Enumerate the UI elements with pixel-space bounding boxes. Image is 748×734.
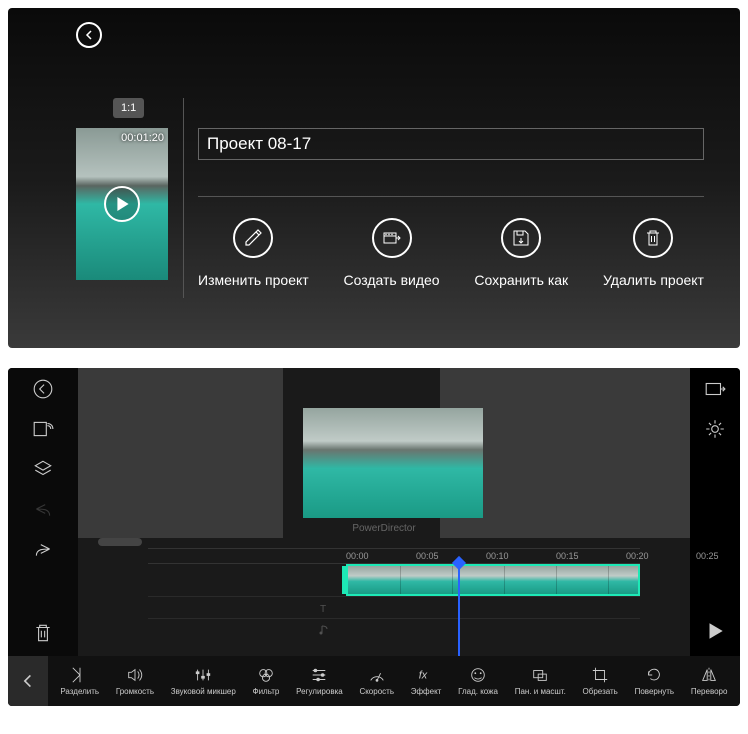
label: Сохранить как	[474, 272, 568, 288]
text-track[interactable]: T	[148, 596, 640, 618]
create-video-button[interactable]: Создать видео	[343, 218, 439, 288]
svg-text:T: T	[320, 604, 326, 614]
flip-button[interactable]: Переворо	[691, 666, 728, 696]
crop-button[interactable]: Обрезать	[583, 666, 618, 696]
project-name-input[interactable]	[198, 128, 704, 160]
save-as-button[interactable]: Сохранить как	[474, 218, 568, 288]
volume-button[interactable]: Громкость	[116, 666, 154, 696]
edit-project-button[interactable]: Изменить проект	[198, 218, 309, 288]
left-toolbar	[8, 368, 78, 656]
preview-image[interactable]	[303, 408, 483, 518]
filter-icon	[257, 666, 275, 684]
watermark: PowerDirector	[352, 523, 415, 534]
chevron-left-icon	[84, 30, 94, 40]
play-icon	[116, 197, 130, 211]
duration-label: 00:01:20	[121, 132, 164, 144]
tick: 00:00	[346, 551, 369, 561]
trash-icon	[643, 228, 663, 248]
media-button[interactable]	[32, 418, 54, 440]
crop-icon	[591, 666, 609, 684]
aspect-ratio-badge: 1:1	[113, 98, 144, 118]
mixer-icon	[194, 666, 212, 684]
bottom-toolbar: Разделить Громкость Звуковой микшер Филь…	[8, 656, 740, 706]
clip-thumb[interactable]	[608, 566, 638, 594]
adjust-button[interactable]: Регулировка	[296, 666, 343, 696]
back-button[interactable]	[76, 22, 102, 48]
back-button[interactable]	[32, 378, 54, 400]
timeline[interactable]: 00:00 00:05 00:10 00:15 00:20 00:25	[148, 548, 640, 656]
skin-button[interactable]: Глад. кожа	[458, 666, 498, 696]
clip-thumb[interactable]	[556, 566, 608, 594]
label: Создать видео	[343, 272, 439, 288]
split-icon	[71, 666, 89, 684]
label: Удалить проект	[603, 272, 704, 288]
face-icon	[469, 666, 487, 684]
volume-icon	[126, 666, 144, 684]
label: Изменить проект	[198, 272, 309, 288]
export-button[interactable]	[704, 378, 726, 400]
split-button[interactable]: Разделить	[60, 666, 99, 696]
rotate-icon	[645, 666, 663, 684]
toolbar-back-button[interactable]	[8, 656, 48, 706]
tick: 00:10	[486, 551, 509, 561]
effect-button[interactable]: fxЭффект	[411, 666, 442, 696]
drag-handle[interactable]	[98, 538, 142, 546]
speed-icon	[368, 666, 386, 684]
audio-track[interactable]	[148, 618, 640, 640]
save-as-icon	[511, 228, 531, 248]
tick: 00:25	[696, 551, 719, 561]
project-panel: 1:1 00:01:20 Изменить проект Создать вид…	[8, 8, 740, 348]
fx-icon: fx	[417, 666, 435, 684]
clip-thumb[interactable]	[504, 566, 556, 594]
speed-button[interactable]: Скорость	[359, 666, 394, 696]
preview-area: PowerDirector 00:00 00:05 00:10 00:15 00…	[78, 368, 690, 656]
layers-button[interactable]	[32, 458, 54, 480]
tick: 00:15	[556, 551, 579, 561]
tick: 00:05	[416, 551, 439, 561]
play-button[interactable]	[104, 186, 140, 222]
flip-icon	[700, 666, 718, 684]
pan-zoom-button[interactable]: Пан. и масшт.	[515, 666, 566, 696]
undo-button[interactable]	[32, 498, 54, 520]
editor-panel: PowerDirector 00:00 00:05 00:10 00:15 00…	[8, 368, 740, 706]
right-toolbar	[690, 368, 740, 656]
video-track[interactable]	[148, 564, 640, 596]
redo-button[interactable]	[32, 538, 54, 560]
settings-button[interactable]	[704, 418, 726, 440]
trash-button[interactable]	[32, 622, 54, 644]
thumbnail-image: 00:01:20	[76, 128, 168, 280]
sliders-icon	[310, 666, 328, 684]
tick: 00:20	[626, 551, 649, 561]
project-actions: Изменить проект Создать видео Сохранить …	[198, 218, 704, 288]
filter-button[interactable]: Фильтр	[253, 666, 280, 696]
rotate-button[interactable]: Повернуть	[635, 666, 675, 696]
pencil-icon	[243, 228, 263, 248]
pan-zoom-icon	[531, 666, 549, 684]
clip-thumb[interactable]	[400, 566, 452, 594]
delete-project-button[interactable]: Удалить проект	[603, 218, 704, 288]
mixer-button[interactable]: Звуковой микшер	[171, 666, 236, 696]
svg-text:fx: fx	[419, 670, 428, 682]
play-button[interactable]	[704, 620, 726, 642]
film-export-icon	[382, 228, 402, 248]
clip-thumb[interactable]	[348, 566, 400, 594]
playhead[interactable]	[458, 564, 460, 656]
divider	[183, 98, 184, 298]
time-ruler[interactable]: 00:00 00:05 00:10 00:15 00:20 00:25	[148, 548, 640, 564]
divider	[198, 196, 704, 197]
project-thumbnail[interactable]: 00:01:20	[76, 128, 168, 280]
